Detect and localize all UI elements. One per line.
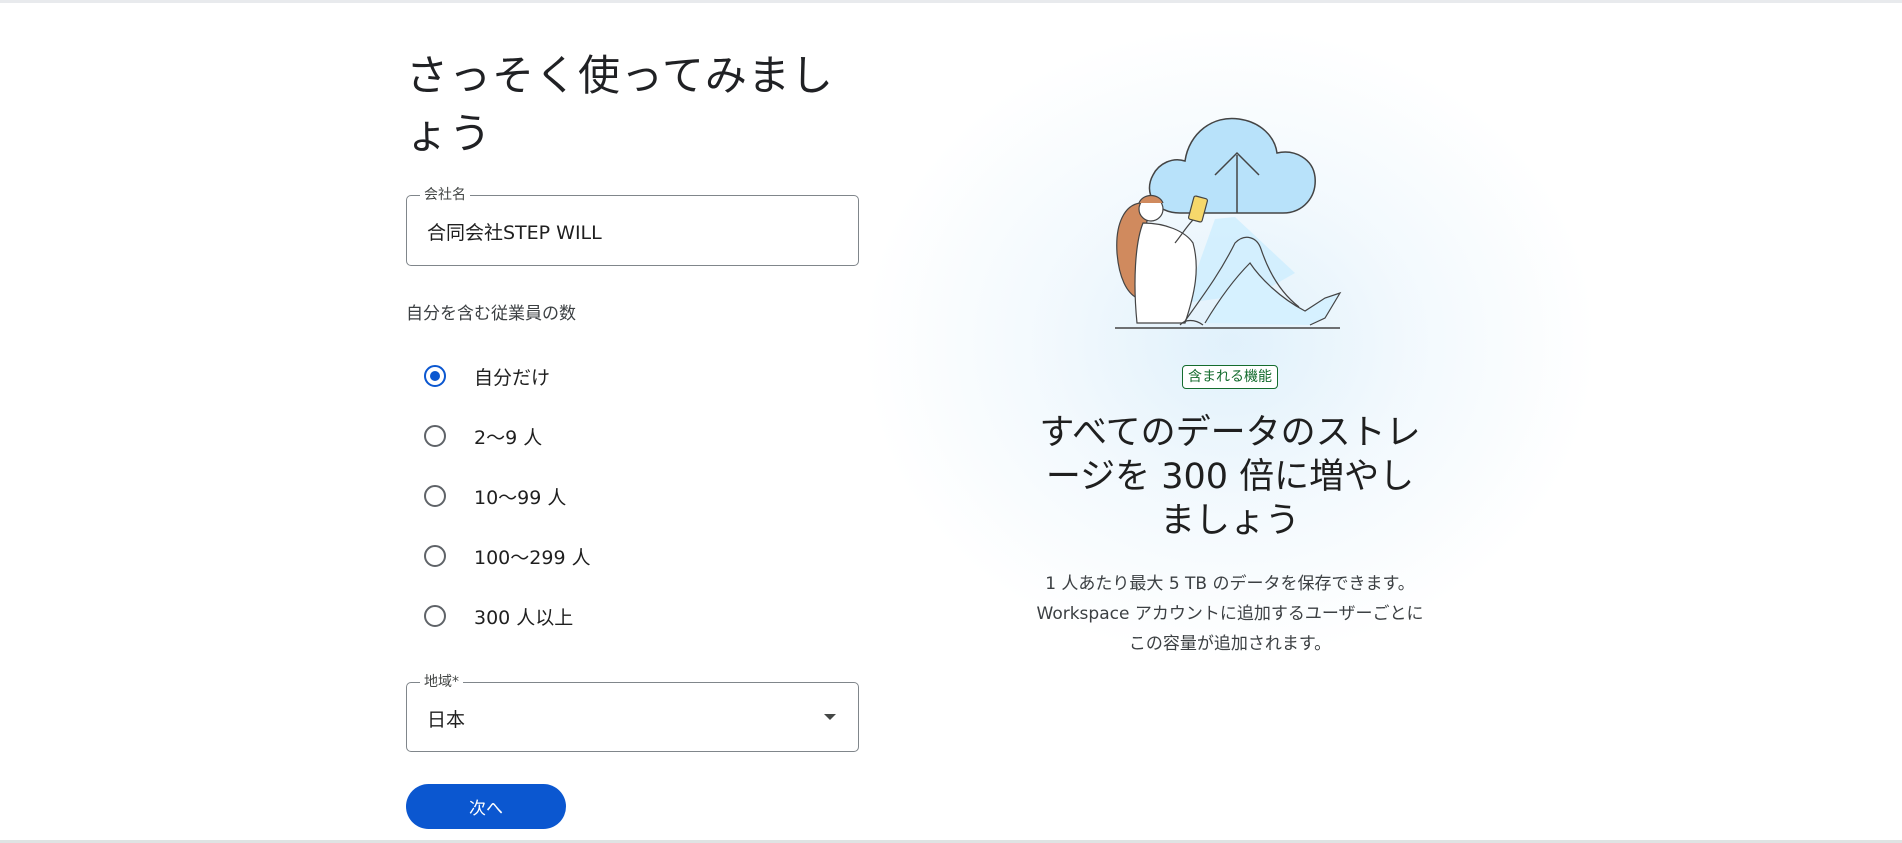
company-name-field[interactable]: 会社名 合同会社STEP WILL xyxy=(406,186,859,266)
region-select[interactable]: 地域* 日本 xyxy=(406,673,859,752)
radio-button[interactable] xyxy=(424,605,446,627)
employee-count-label: 自分を含む従業員の数 xyxy=(406,304,576,324)
page: さっそく使ってみましょう 会社名 合同会社STEP WILL 自分を含む従業員の… xyxy=(0,0,1902,843)
next-button[interactable]: 次へ xyxy=(406,784,566,829)
company-name-value[interactable]: 合同会社STEP WILL xyxy=(427,218,602,245)
page-title: さっそく使ってみましょう xyxy=(406,51,834,158)
employee-option-100-299[interactable]: 100～299 人 xyxy=(406,526,860,586)
radio-button[interactable] xyxy=(424,485,446,507)
radio-label[interactable]: 100～299 人 xyxy=(474,543,591,570)
signup-form: さっそく使ってみましょう 会社名 合同会社STEP WILL 自分を含む従業員の… xyxy=(406,47,860,829)
radio-button-checked[interactable] xyxy=(424,365,446,387)
radio-label[interactable]: 自分だけ xyxy=(474,363,550,390)
radio-label[interactable]: 2～9 人 xyxy=(474,423,542,450)
promo-description: 1 人あたり最大 5 TB のデータを保存できます。Workspace アカウン… xyxy=(1036,574,1424,654)
company-name-legend: 会社名 xyxy=(420,186,470,204)
employee-count-radio-group: 自分だけ 2～9 人 10～99 人 100～299 人 300 人以上 xyxy=(406,346,860,646)
promo-panel: 含まれる機能 すべてのデータのストレージを 300 倍に増やしましょう 1 人あ… xyxy=(1010,93,1450,659)
cloud-upload-illustration xyxy=(1115,117,1342,329)
employee-option-only-me[interactable]: 自分だけ xyxy=(406,346,860,406)
radio-label[interactable]: 300 人以上 xyxy=(474,603,573,630)
radio-label[interactable]: 10～99 人 xyxy=(474,483,566,510)
radio-button[interactable] xyxy=(424,425,446,447)
region-value[interactable]: 日本 xyxy=(427,705,465,732)
included-feature-badge: 含まれる機能 xyxy=(1182,365,1278,389)
employee-option-2-9[interactable]: 2～9 人 xyxy=(406,406,860,466)
dropdown-arrow-icon[interactable] xyxy=(824,714,836,720)
radio-button[interactable] xyxy=(424,545,446,567)
employee-option-300-plus[interactable]: 300 人以上 xyxy=(406,586,860,646)
promo-heading: すべてのデータのストレージを 300 倍に増やしましょう xyxy=(1039,413,1421,541)
region-legend: 地域* xyxy=(420,673,463,691)
employee-option-10-99[interactable]: 10～99 人 xyxy=(406,466,860,526)
